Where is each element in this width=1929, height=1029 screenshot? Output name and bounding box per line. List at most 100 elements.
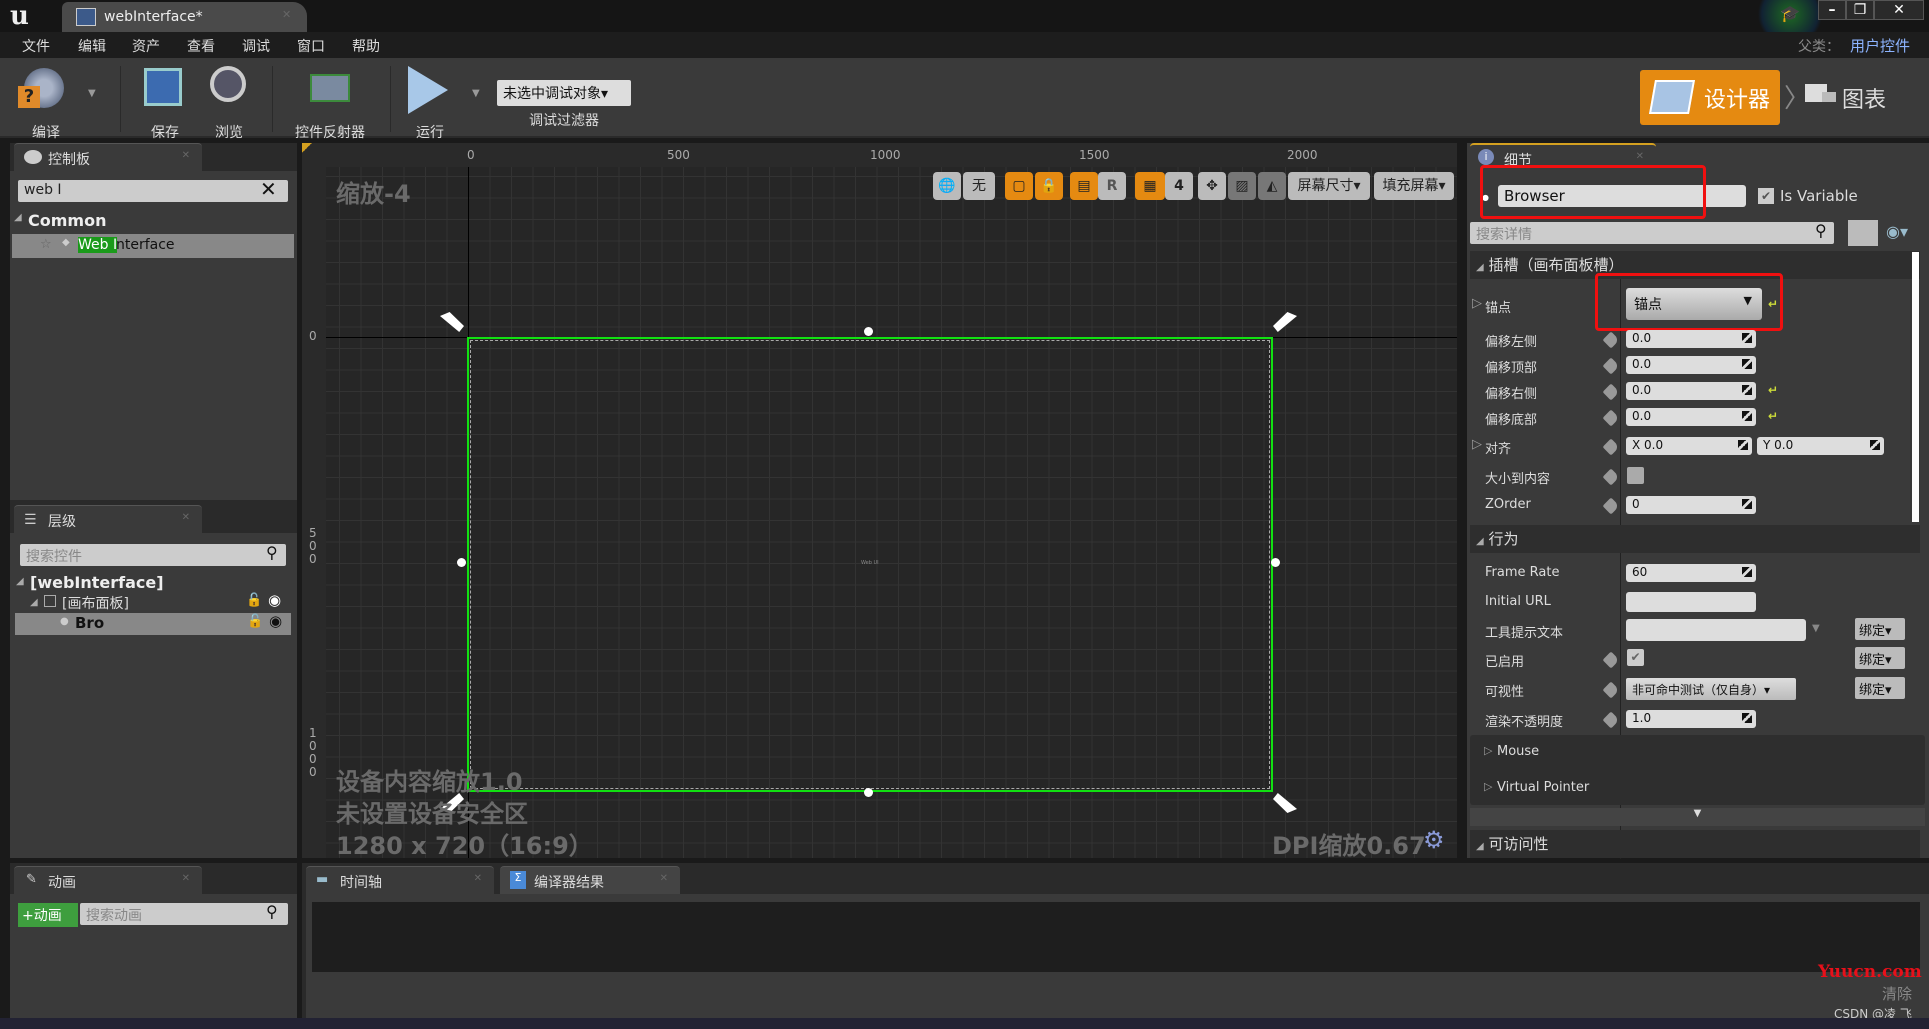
resize-handle-top[interactable]	[864, 327, 873, 336]
offset-left-input[interactable]: 0.0	[1626, 330, 1756, 348]
palette-item-web-interface[interactable]: ☆ ◆ Web I nterface	[12, 234, 294, 258]
palette-category[interactable]: Common	[28, 211, 106, 230]
dpi-settings-gear-icon[interactable]: ⚙	[1423, 826, 1445, 854]
menu-asset[interactable]: 资产	[132, 36, 160, 56]
graph-mode-button[interactable]: 图表	[1842, 82, 1886, 114]
widget-reflector-button[interactable]: 控件反射器	[290, 64, 370, 141]
play-button[interactable]: 运行	[400, 64, 460, 141]
expand-arrow-icon[interactable]: ▷	[1472, 437, 1482, 452]
details-search-input[interactable]: 搜索详情	[1470, 222, 1834, 244]
close-tab-icon[interactable]: ✕	[282, 8, 291, 21]
resize-handle-right[interactable]	[1271, 558, 1280, 567]
render-opacity-input[interactable]: 1.0	[1626, 710, 1756, 728]
text-options-dropdown[interactable]: ▼	[1812, 623, 1820, 634]
eye-icon[interactable]: ◉	[268, 591, 281, 609]
initial-url-input[interactable]	[1626, 592, 1756, 612]
parent-class-link[interactable]: 用户控件	[1850, 35, 1910, 56]
visibility-filter-eye-icon[interactable]: ◉▾	[1886, 222, 1908, 241]
collapse-arrow-icon[interactable]: ◢	[16, 576, 24, 587]
clear-search-icon[interactable]: ✕	[260, 177, 277, 201]
reset-to-default-icon[interactable]: ↵	[1768, 409, 1778, 423]
accessibility-section-header[interactable]: ◢ 可访问性	[1470, 830, 1920, 858]
hierarchy-root[interactable]: [webInterface]	[30, 573, 164, 592]
expand-arrow-icon[interactable]: ▷	[1484, 744, 1492, 757]
respect-locks-toggle[interactable]: R	[1098, 172, 1126, 200]
offset-right-input[interactable]: 0.0	[1626, 382, 1756, 400]
size-to-content-checkbox[interactable]	[1627, 467, 1644, 484]
menu-help[interactable]: 帮助	[352, 36, 380, 56]
details-scrollbar[interactable]	[1912, 252, 1919, 522]
is-variable-checkbox[interactable]: ✔	[1758, 188, 1774, 204]
alignment-y-input[interactable]: Y 0.0	[1757, 437, 1884, 455]
compile-options-dropdown[interactable]: ▼	[88, 88, 96, 99]
resize-handle-bottom[interactable]	[864, 788, 873, 797]
menu-file[interactable]: 文件	[22, 36, 50, 56]
debug-target-dropdown[interactable]: 未选中调试对象▾	[497, 80, 631, 106]
play-options-dropdown[interactable]: ▼	[472, 88, 480, 99]
add-animation-button[interactable]: +动画	[18, 903, 78, 927]
collapse-arrow-icon[interactable]: ◢	[14, 212, 22, 223]
grid-size-dropdown[interactable]: 4	[1165, 172, 1193, 200]
property-matrix-icon[interactable]	[1848, 220, 1878, 246]
restore-button[interactable]: ❐	[1846, 0, 1874, 20]
clear-button[interactable]: 清除	[1882, 983, 1912, 1004]
palette-search-input[interactable]: web I	[18, 180, 288, 202]
offset-top-input[interactable]: 0.0	[1626, 356, 1756, 374]
reset-to-default-icon[interactable]: ↵	[1768, 383, 1778, 397]
virtual-pointer-category[interactable]: Virtual Pointer	[1497, 780, 1589, 795]
minimize-button[interactable]: –	[1818, 0, 1846, 20]
behavior-section-header[interactable]: ◢ 行为	[1470, 525, 1920, 553]
animations-tab[interactable]: ✎ 动画 ✕	[14, 866, 202, 894]
timeline-tab[interactable]: ▬ 时间轴 ✕	[306, 866, 494, 894]
resize-handle-left[interactable]	[457, 558, 466, 567]
close-tab-icon[interactable]: ✕	[182, 512, 190, 523]
hierarchy-canvas-item[interactable]: [画布面板]	[62, 593, 129, 613]
enabled-checkbox[interactable]: ✔	[1627, 649, 1644, 666]
palette-tab[interactable]: 控制板 ✕	[14, 143, 202, 171]
screen-size-dropdown[interactable]: 屏幕尺寸▾	[1288, 172, 1370, 200]
compiler-results-tab[interactable]: Σ 编译器结果 ✕	[500, 866, 680, 894]
close-tab-icon[interactable]: ✕	[474, 873, 482, 884]
tooltip-text-input[interactable]	[1626, 619, 1806, 641]
designer-mode-button[interactable]: 设计器	[1640, 70, 1780, 125]
visibility-dropdown[interactable]: 非可命中测试（仅自身）▾	[1626, 678, 1796, 700]
layout-toggle-icon[interactable]: ▤	[1070, 172, 1098, 200]
localization-dropdown[interactable]: 无	[963, 172, 995, 200]
hierarchy-item-browser[interactable]: ● Bro 🔓 ◉	[15, 612, 291, 635]
document-tab[interactable]: webInterface* ✕	[62, 2, 307, 32]
expand-arrow-icon[interactable]: ▷	[1484, 780, 1492, 793]
menu-view[interactable]: 查看	[187, 36, 215, 56]
favorite-star-icon[interactable]: ☆	[40, 237, 52, 252]
close-window-button[interactable]: ✕	[1874, 0, 1924, 20]
unlock-icon[interactable]: 🔓	[246, 593, 262, 608]
visibility-bind-button[interactable]: 绑定▾	[1855, 677, 1905, 699]
world-icon[interactable]: 🌐	[933, 172, 961, 200]
close-tab-icon[interactable]: ✕	[660, 873, 668, 884]
menu-debug[interactable]: 调试	[242, 36, 270, 56]
enabled-bind-button[interactable]: 绑定▾	[1855, 647, 1905, 669]
hierarchy-search-input[interactable]: 搜索控件	[20, 544, 286, 566]
outline-toggle-icon[interactable]: ▢	[1005, 172, 1033, 200]
close-tab-icon[interactable]: ✕	[1636, 151, 1644, 162]
menu-edit[interactable]: 编辑	[78, 36, 106, 56]
animation-search-input[interactable]: 搜索动画	[80, 903, 288, 925]
transform-icon[interactable]: ✥	[1198, 172, 1226, 200]
zorder-input[interactable]: 0	[1626, 496, 1756, 514]
mirror-icon[interactable]: ◭	[1258, 172, 1286, 200]
save-button[interactable]: 保存	[140, 64, 190, 141]
menu-window[interactable]: 窗口	[297, 36, 325, 56]
lock-icon[interactable]: 🔒	[1035, 172, 1063, 200]
tooltip-bind-button[interactable]: 绑定▾	[1855, 618, 1905, 640]
alignment-x-input[interactable]: X 0.0	[1626, 437, 1752, 455]
show-advanced-button[interactable]: ▼	[1470, 808, 1925, 826]
offset-bottom-input[interactable]: 0.0	[1626, 408, 1756, 426]
grid-snap-icon[interactable]: ▦	[1135, 172, 1165, 200]
eye-icon[interactable]: ◉	[269, 612, 282, 630]
image-background-icon[interactable]: ▨	[1228, 172, 1256, 200]
close-tab-icon[interactable]: ✕	[182, 150, 190, 161]
hierarchy-tab[interactable]: ☰ 层级 ✕	[14, 505, 202, 533]
fill-screen-dropdown[interactable]: 填充屏幕▾	[1374, 172, 1454, 200]
collapse-arrow-icon[interactable]: ◢	[30, 597, 38, 608]
mouse-category[interactable]: Mouse	[1497, 744, 1539, 759]
compile-button[interactable]: ? 编译	[18, 64, 74, 141]
